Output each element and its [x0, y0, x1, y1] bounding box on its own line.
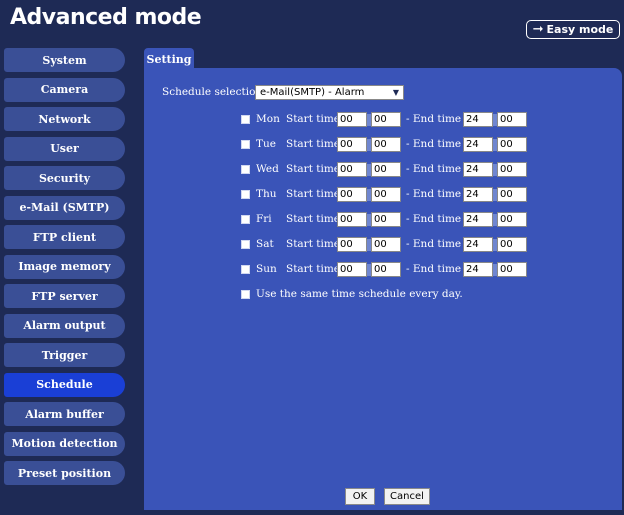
- easy-mode-label: Easy mode: [546, 23, 614, 36]
- end-minute-input[interactable]: 00: [497, 162, 527, 177]
- day-checkbox[interactable]: [241, 115, 250, 124]
- start-time-label: Start time: [286, 213, 340, 225]
- day-label: Thu: [256, 188, 277, 200]
- sidebar-item-alarm-buffer[interactable]: Alarm buffer: [4, 402, 125, 426]
- header: Advanced mode ➞ Easy mode: [0, 0, 624, 40]
- end-minute-input[interactable]: 00: [497, 212, 527, 227]
- sidebar-item-network[interactable]: Network: [4, 107, 125, 131]
- start-time-label: Start time: [286, 263, 340, 275]
- end-minute-input[interactable]: 00: [497, 187, 527, 202]
- sidebar-item-email-smtp[interactable]: e-Mail (SMTP): [4, 195, 125, 220]
- schedule-selection-value: e-Mail(SMTP) - Alarm: [260, 87, 365, 98]
- end-minute-input[interactable]: 00: [497, 137, 527, 152]
- sidebar-item-motion-detection[interactable]: Motion detection: [4, 431, 125, 456]
- day-label: Sun: [256, 263, 277, 275]
- sidebar-item-camera[interactable]: Camera: [4, 77, 125, 102]
- end-time-label: - End time: [406, 213, 462, 225]
- sidebar-item-security[interactable]: Security: [4, 166, 125, 190]
- start-time-label: Start time: [286, 163, 340, 175]
- end-minute-input[interactable]: 00: [497, 262, 527, 277]
- end-time-label: - End time: [406, 188, 462, 200]
- sidebar-item-ftp-server[interactable]: FTP server: [4, 284, 125, 308]
- day-checkbox[interactable]: [241, 240, 250, 249]
- sidebar-item-user[interactable]: User: [4, 136, 125, 161]
- start-hour-input[interactable]: 00: [337, 112, 367, 127]
- sidebar-item-trigger[interactable]: Trigger: [4, 343, 125, 367]
- start-minute-input[interactable]: 00: [371, 212, 401, 227]
- chevron-down-icon: ▼: [390, 87, 402, 98]
- end-hour-input[interactable]: 24: [463, 162, 493, 177]
- start-time-label: Start time: [286, 188, 340, 200]
- day-checkbox[interactable]: [241, 190, 250, 199]
- start-minute-input[interactable]: 00: [371, 112, 401, 127]
- end-time-label: - End time: [406, 138, 462, 150]
- start-hour-input[interactable]: 00: [337, 212, 367, 227]
- day-label: Wed: [256, 163, 279, 175]
- start-minute-input[interactable]: 00: [371, 162, 401, 177]
- page-title: Advanced mode: [10, 5, 202, 30]
- start-minute-input[interactable]: 00: [371, 187, 401, 202]
- day-checkbox[interactable]: [241, 140, 250, 149]
- same-schedule-label: Use the same time schedule every day.: [256, 288, 463, 300]
- day-checkbox[interactable]: [241, 165, 250, 174]
- start-minute-input[interactable]: 00: [371, 262, 401, 277]
- day-label: Fri: [256, 213, 272, 225]
- day-label: Tue: [256, 138, 276, 150]
- sidebar-item-preset-position[interactable]: Preset position: [4, 461, 125, 485]
- end-time-label: - End time: [406, 163, 462, 175]
- sidebar-item-ftp-client[interactable]: FTP client: [4, 225, 125, 249]
- start-minute-input[interactable]: 00: [371, 137, 401, 152]
- start-hour-input[interactable]: 00: [337, 187, 367, 202]
- same-schedule-checkbox[interactable]: [241, 290, 250, 299]
- start-hour-input[interactable]: 00: [337, 262, 367, 277]
- sidebar-item-alarm-output[interactable]: Alarm output: [4, 313, 125, 338]
- end-minute-input[interactable]: 00: [497, 112, 527, 127]
- sidebar-item-image-memory[interactable]: Image memory: [4, 254, 125, 279]
- start-time-label: Start time: [286, 238, 340, 250]
- end-hour-input[interactable]: 24: [463, 112, 493, 127]
- end-time-label: - End time: [406, 113, 462, 125]
- arrow-right-icon: ➞: [532, 22, 544, 37]
- sidebar-item-system[interactable]: System: [4, 48, 125, 72]
- start-time-label: Start time: [286, 138, 340, 150]
- day-label: Sat: [256, 238, 274, 250]
- end-hour-input[interactable]: 24: [463, 212, 493, 227]
- end-time-label: - End time: [406, 238, 462, 250]
- day-checkbox[interactable]: [241, 215, 250, 224]
- day-checkbox[interactable]: [241, 265, 250, 274]
- day-label: Mon: [256, 113, 280, 125]
- tab-setting[interactable]: Setting: [144, 48, 194, 70]
- end-hour-input[interactable]: 24: [463, 137, 493, 152]
- easy-mode-button[interactable]: ➞ Easy mode: [526, 20, 620, 39]
- start-hour-input[interactable]: 00: [337, 162, 367, 177]
- schedule-selection-label: Schedule selection: [162, 86, 263, 98]
- end-hour-input[interactable]: 24: [463, 262, 493, 277]
- end-minute-input[interactable]: 00: [497, 237, 527, 252]
- sidebar-item-schedule[interactable]: Schedule: [4, 372, 125, 397]
- end-time-label: - End time: [406, 263, 462, 275]
- start-hour-input[interactable]: 00: [337, 237, 367, 252]
- start-minute-input[interactable]: 00: [371, 237, 401, 252]
- start-time-label: Start time: [286, 113, 340, 125]
- ok-button[interactable]: OK: [345, 488, 375, 505]
- start-hour-input[interactable]: 00: [337, 137, 367, 152]
- cancel-button[interactable]: Cancel: [384, 488, 430, 505]
- end-hour-input[interactable]: 24: [463, 237, 493, 252]
- schedule-selection-dropdown[interactable]: e-Mail(SMTP) - Alarm ▼: [255, 85, 404, 100]
- end-hour-input[interactable]: 24: [463, 187, 493, 202]
